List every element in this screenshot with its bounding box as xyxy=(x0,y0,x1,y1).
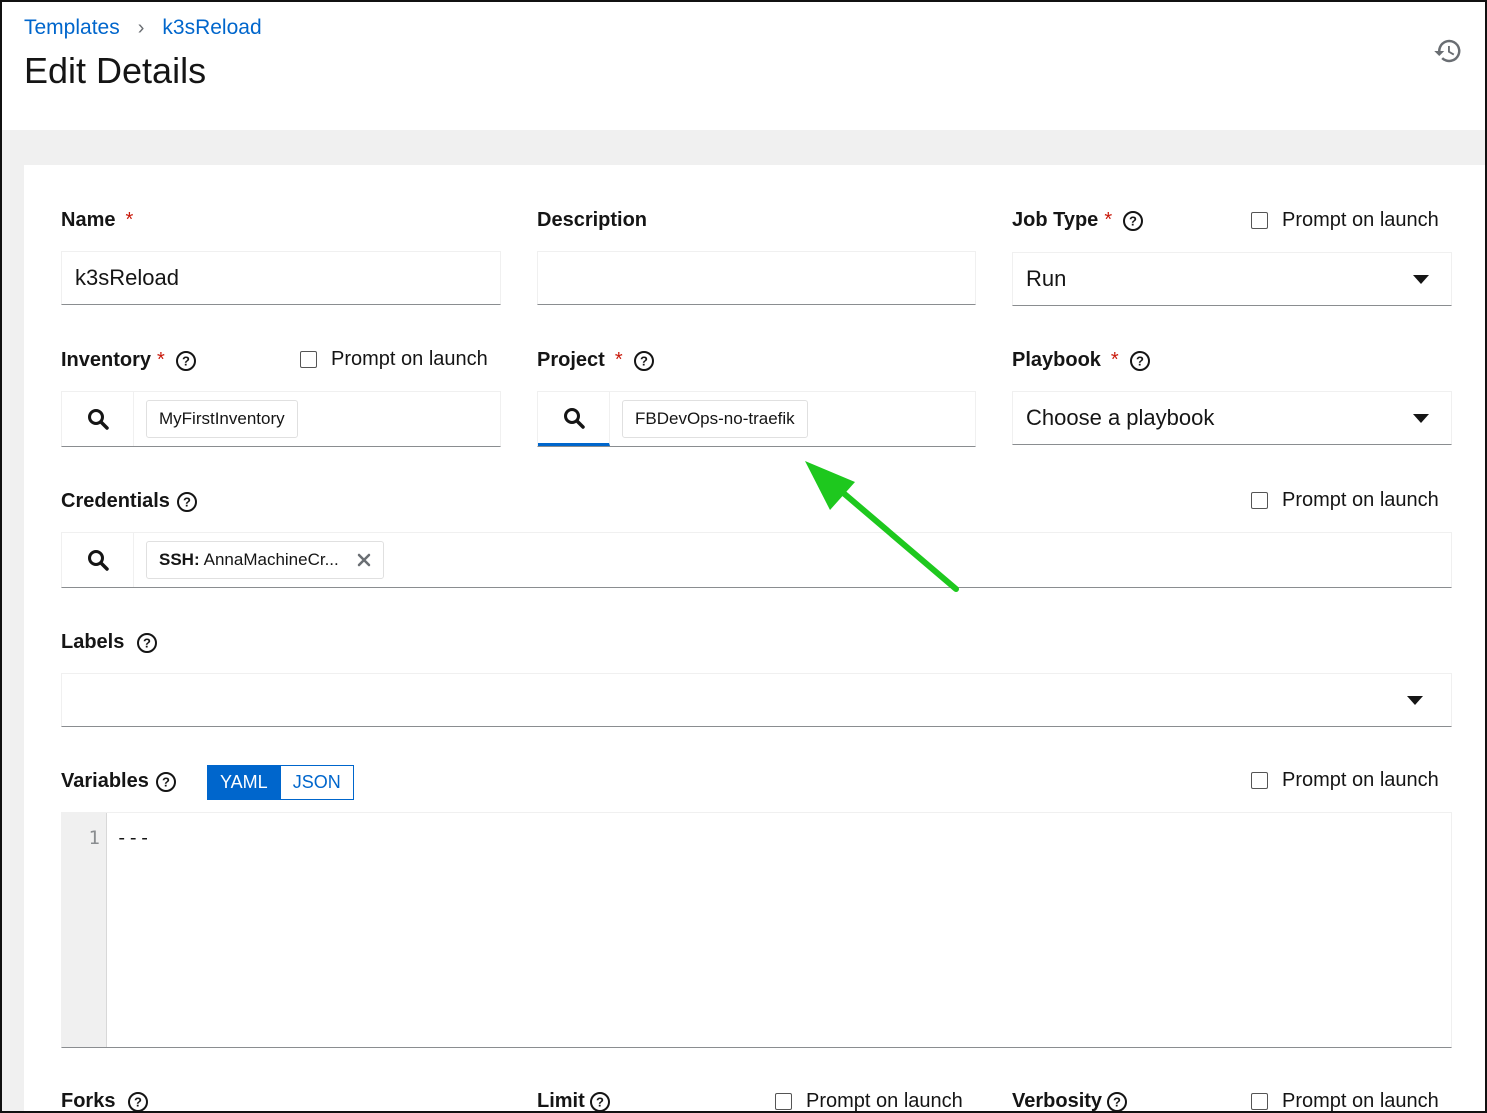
checkbox-icon[interactable] xyxy=(1251,772,1268,789)
editor-content[interactable]: --- xyxy=(116,827,150,849)
caret-down-icon xyxy=(1413,414,1429,423)
project-chip: FBDevOps-no-traefik xyxy=(622,400,808,438)
checkbox-icon[interactable] xyxy=(1251,492,1268,509)
help-icon[interactable]: ? xyxy=(136,632,158,654)
credentials-search-button[interactable] xyxy=(62,533,134,587)
labels-label: Labels ? xyxy=(61,631,158,654)
name-label: Name * xyxy=(61,209,134,231)
page-title: Edit Details xyxy=(24,50,207,91)
name-input[interactable]: k3sReload xyxy=(61,251,501,305)
credentials-prompt-checkbox[interactable]: Prompt on launch xyxy=(1251,489,1439,512)
help-icon[interactable]: ? xyxy=(633,350,655,372)
verbosity-prompt-checkbox[interactable]: Prompt on launch xyxy=(1251,1090,1439,1111)
checkbox-icon[interactable] xyxy=(300,351,317,368)
project-lookup[interactable]: FBDevOps-no-traefik xyxy=(537,391,976,447)
svg-text:?: ? xyxy=(1136,353,1144,368)
limit-label: Limit ? xyxy=(537,1090,611,1111)
close-icon[interactable] xyxy=(357,553,371,567)
help-icon[interactable]: ? xyxy=(589,1091,611,1111)
playbook-select[interactable]: Choose a playbook xyxy=(1012,391,1452,445)
breadcrumb-templates-link[interactable]: Templates xyxy=(24,16,120,40)
description-input[interactable] xyxy=(537,251,976,305)
svg-text:?: ? xyxy=(640,353,648,368)
help-icon[interactable]: ? xyxy=(176,491,198,513)
description-label: Description xyxy=(537,209,648,231)
variables-code-editor[interactable]: 1 --- xyxy=(61,812,1452,1048)
svg-text:?: ? xyxy=(134,1094,142,1109)
credential-chip: SSH: AnnaMachineCr... xyxy=(146,541,384,579)
job-type-label: Job Type * ? xyxy=(1012,209,1144,232)
search-icon xyxy=(563,407,585,429)
variables-label: Variables ? xyxy=(61,770,177,793)
json-toggle-button[interactable]: JSON xyxy=(280,765,354,800)
help-icon[interactable]: ? xyxy=(1122,210,1144,232)
help-icon[interactable]: ? xyxy=(175,350,197,372)
app-frame: Templates › k3sReload Edit Details Name *… xyxy=(0,0,1487,1113)
search-icon xyxy=(87,409,109,430)
variables-prompt-checkbox[interactable]: Prompt on launch xyxy=(1251,769,1439,792)
inventory-search-button[interactable] xyxy=(62,392,134,446)
inventory-lookup[interactable]: MyFirstInventory xyxy=(61,391,501,447)
forks-label: Forks ? xyxy=(61,1090,149,1111)
page-header: Templates › k3sReload Edit Details xyxy=(2,2,1485,130)
limit-prompt-checkbox[interactable]: Prompt on launch xyxy=(775,1090,963,1111)
help-icon[interactable]: ? xyxy=(1106,1091,1128,1111)
svg-text:?: ? xyxy=(143,635,151,650)
caret-down-icon xyxy=(1413,275,1429,284)
chevron-right-icon: › xyxy=(137,16,145,39)
history-icon[interactable] xyxy=(1433,36,1463,66)
job-type-prompt-checkbox[interactable]: Prompt on launch xyxy=(1251,209,1439,232)
credentials-label: Credentials ? xyxy=(61,490,198,513)
verbosity-label: Verbosity ? xyxy=(1012,1090,1128,1111)
help-icon[interactable]: ? xyxy=(1129,350,1151,372)
job-type-select[interactable]: Run xyxy=(1012,252,1452,306)
checkbox-icon[interactable] xyxy=(1251,212,1268,229)
svg-text:?: ? xyxy=(182,353,190,368)
line-number: 1 xyxy=(88,827,100,849)
breadcrumb: Templates › k3sReload xyxy=(24,16,262,40)
search-icon xyxy=(87,550,109,571)
yaml-toggle-button[interactable]: YAML xyxy=(207,765,281,800)
playbook-label: Playbook * ? xyxy=(1012,349,1151,372)
svg-text:?: ? xyxy=(183,494,191,509)
checkbox-icon[interactable] xyxy=(1251,1093,1268,1110)
svg-text:?: ? xyxy=(596,1094,604,1109)
svg-text:?: ? xyxy=(1129,213,1137,228)
labels-select[interactable] xyxy=(61,673,1452,727)
help-icon[interactable]: ? xyxy=(127,1091,149,1111)
inventory-label: Inventory * ? xyxy=(61,349,197,372)
inventory-prompt-checkbox[interactable]: Prompt on launch xyxy=(300,348,488,371)
breadcrumb-current-link[interactable]: k3sReload xyxy=(162,16,261,40)
caret-down-icon xyxy=(1407,696,1423,705)
project-search-button[interactable] xyxy=(538,392,610,446)
credentials-lookup[interactable]: SSH: AnnaMachineCr... xyxy=(61,532,1452,588)
editor-gutter: 1 xyxy=(62,813,107,1047)
inventory-chip: MyFirstInventory xyxy=(146,400,298,438)
project-label: Project * ? xyxy=(537,349,655,372)
help-icon[interactable]: ? xyxy=(155,771,177,793)
svg-text:?: ? xyxy=(1113,1094,1121,1109)
variables-mode-toggle: YAML JSON xyxy=(207,765,354,800)
checkbox-icon[interactable] xyxy=(775,1093,792,1110)
svg-text:?: ? xyxy=(162,774,170,789)
